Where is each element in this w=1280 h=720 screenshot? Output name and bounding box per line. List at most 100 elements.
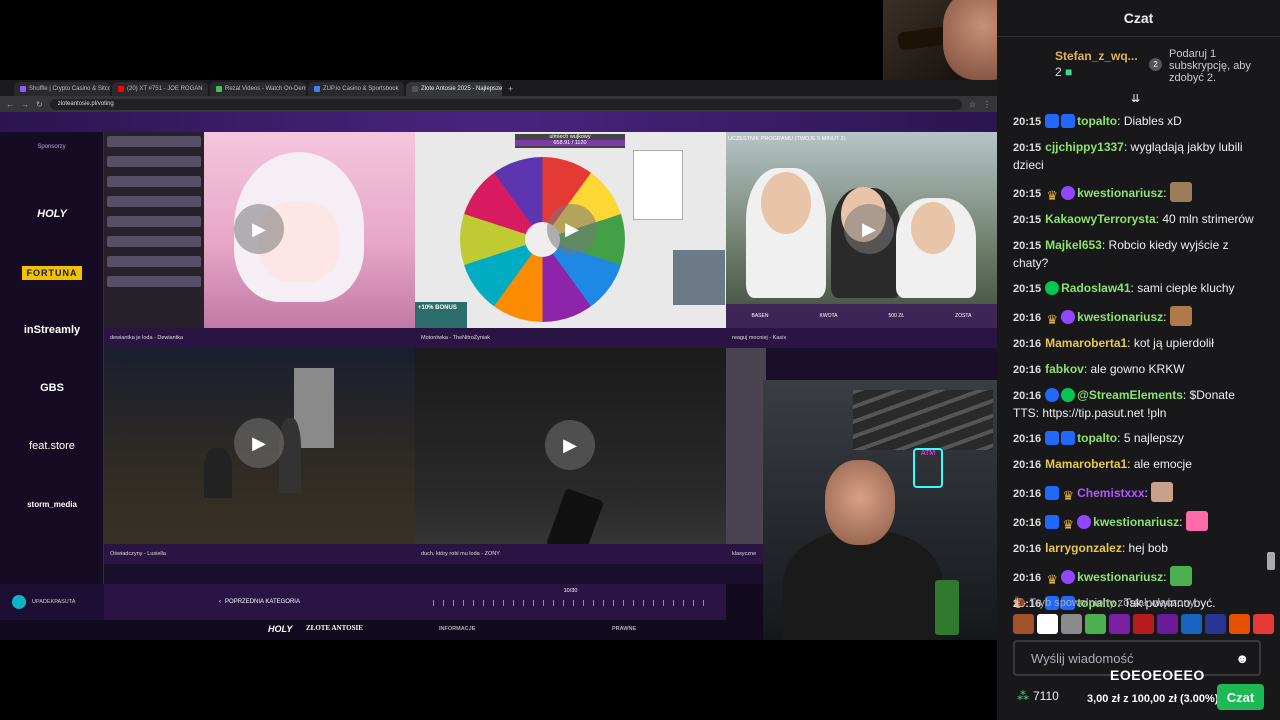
emote-icon[interactable] [1205,614,1226,634]
video-card[interactable]: ▶ dewiantka je loda - Dewiantka [104,132,415,348]
user-badge-icon[interactable] [1061,570,1076,584]
reload-icon[interactable]: ↻ [36,100,43,109]
message-text: ale gowno KRKW [1090,362,1185,376]
message-username[interactable]: larrygonzalez [1045,541,1122,555]
emote-icon[interactable] [1151,482,1174,502]
message-username[interactable]: kwestionariusz [1077,186,1163,200]
user-badge-icon[interactable]: ♛ [1061,518,1075,532]
emote-icon[interactable] [1037,614,1058,634]
user-badge-icon[interactable] [1045,515,1060,529]
message-username[interactable]: Mamaroberta1 [1045,336,1127,350]
emote-icon[interactable] [1185,511,1208,531]
gift-sub-cta[interactable]: 2 Podaruj 1 subskrypcję, aby zdobyć 2. [1149,48,1259,84]
wheel-panel [633,150,683,220]
chat-message: 20:15 ♛ kwestionariusz: [1013,182,1261,203]
footer-info[interactable]: INFORMACJE [439,626,475,632]
back-icon[interactable]: ← [6,100,14,109]
extensions-icon[interactable]: ⋮ [983,100,991,109]
message-username[interactable]: Chemistxxx [1077,486,1144,500]
tab-favicon-icon [20,86,26,92]
emote-icon[interactable] [1169,182,1192,202]
video-card[interactable]: ▶ Oświadczyny - Lusiella [104,348,415,564]
message-username[interactable]: topalto [1077,431,1117,445]
user-chip[interactable]: UPADEKPASUTA [0,584,104,620]
collapse-icon[interactable]: ⇊ [1131,92,1140,105]
user-badge-icon[interactable] [1077,515,1092,529]
overlay-text: EOEOEOEEO [1110,667,1205,683]
sponsor-stormmedia[interactable]: storm_media [0,500,104,509]
sponsor-gbs[interactable]: GBS [0,382,104,394]
emote-icon[interactable] [1013,614,1034,634]
user-badge-icon[interactable] [1061,186,1076,200]
previous-category-button[interactable]: ‹ POPRZEDNIA KATEGORIA [104,584,415,620]
emote-icon[interactable] [1229,614,1250,634]
emote-icon[interactable] [1133,614,1154,634]
user-badge-icon[interactable] [1045,431,1060,445]
chat-send-button[interactable]: Czat [1217,684,1264,710]
user-badge-icon[interactable]: ♛ [1045,313,1059,327]
video-card[interactable]: UCZESTNIK PROGRAMU (TWOJE 5 MINUT 2) BAS… [726,132,997,348]
chat-scrollbar[interactable] [1267,552,1275,570]
message-username[interactable]: cjjchippy1337 [1045,140,1124,154]
message-time: 20:16 [1013,338,1042,350]
emote-icon[interactable] [1061,614,1082,634]
user-badge-icon[interactable] [1061,310,1076,324]
new-tab-icon[interactable]: + [508,84,513,94]
star-icon[interactable]: ☆ [969,100,976,109]
emote-icon[interactable] [1109,614,1130,634]
play-icon[interactable]: ▶ [234,418,284,468]
chat-message: 20:15 Radoslaw41: sami cieple kluchy [1013,280,1261,298]
user-badge-icon[interactable] [1045,388,1060,402]
channel-points[interactable]: ⁂ 7110 [1017,689,1059,703]
url-field[interactable]: zloteantosie.pl/voting [49,98,962,110]
emote-icon[interactable] [1169,566,1192,586]
user-badge-icon[interactable] [1061,388,1076,402]
sponsor-featstore[interactable]: feat.store [0,440,104,452]
message-username[interactable]: fabkov [1045,362,1084,376]
neon-sign: ATM [913,448,943,488]
user-badge-icon[interactable]: ♛ [1061,489,1075,503]
sponsor-holy[interactable]: HOLY [0,208,104,220]
emote-icon[interactable] [1253,614,1274,634]
user-badge-icon[interactable]: ♛ [1045,189,1059,203]
message-username[interactable]: @StreamElements [1077,388,1183,402]
play-icon[interactable]: ▶ [234,204,284,254]
user-badge-icon[interactable]: ♛ [1045,573,1059,587]
forward-icon[interactable]: → [21,100,29,109]
sponsor-instreamly[interactable]: inStreamly [0,324,104,336]
stream-video: Shuffle | Crypto Casino & Sitcoin (20) XT… [0,0,997,720]
play-icon[interactable]: ▶ [547,204,597,254]
chat-message: 20:16 ♛ Chemistxxx: [1013,482,1261,503]
message-username[interactable]: Majkel653 [1045,238,1102,252]
emote-icon[interactable] [1169,306,1192,326]
user-badge-icon[interactable] [1045,486,1060,500]
user-badge-icon[interactable] [1045,281,1060,295]
message-username[interactable]: kwestionariusz [1077,570,1163,584]
browser-tab[interactable]: (20) XT #751 - JOE ROGAN [112,82,208,96]
emote-icon[interactable] [1181,614,1202,634]
browser-tab[interactable]: Shuffle | Crypto Casino & Sitcoin [14,82,110,96]
message-username[interactable]: kwestionariusz [1077,310,1163,324]
video-card[interactable]: ulmiech wujkowy 658.91 / 1120 +10% BONUS … [415,132,726,348]
footer-legal[interactable]: PRAWNE [612,626,636,632]
user-badge-icon[interactable] [1061,114,1076,128]
play-icon[interactable]: ▶ [545,420,595,470]
category-timeline[interactable]: 10/30 [415,584,726,620]
message-username[interactable]: kwestionariusz [1093,515,1179,529]
emote-icon[interactable] [1157,614,1178,634]
message-username[interactable]: Mamaroberta1 [1045,457,1127,471]
browser-tab[interactable]: ZUP.io Casino & Sportsbook [308,82,404,96]
message-username[interactable]: KakaowyTerrorysta [1045,212,1156,226]
message-username[interactable]: topalto [1077,114,1117,128]
video-card[interactable]: ▶ duch, który robi mu loda - ZONY [415,348,726,564]
user-badge-icon[interactable] [1045,114,1060,128]
sponsor-fortuna[interactable]: FORTUNA [22,266,82,280]
emote-icon[interactable] [1085,614,1106,634]
video-card[interactable]: klasyczne [726,348,766,564]
play-icon[interactable]: ▶ [844,204,894,254]
browser-tab[interactable]: Rezal Videos - Watch On-Demand [210,82,306,96]
message-username[interactable]: Radoslaw41 [1061,281,1130,295]
browser-tab[interactable]: Złote Antosie 2025 - Najlepsze [406,82,502,96]
emote-picker-icon[interactable]: ☻ [1235,651,1249,666]
user-badge-icon[interactable] [1061,431,1076,445]
